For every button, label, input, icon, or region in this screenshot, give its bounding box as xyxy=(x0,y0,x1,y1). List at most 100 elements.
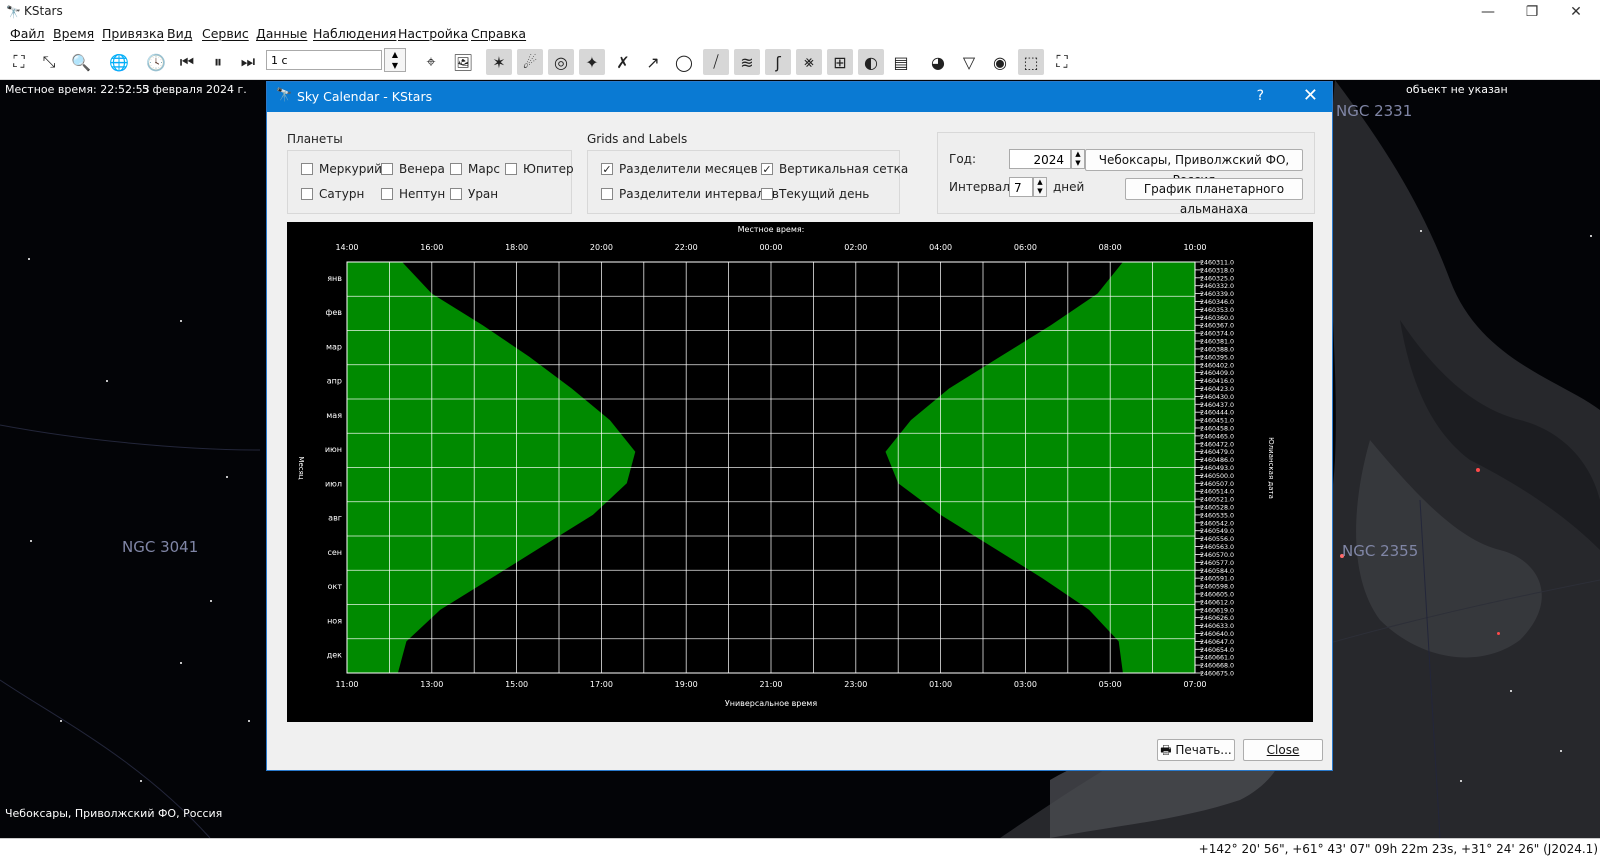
julian-date-label: 2460507.0 xyxy=(1200,481,1234,488)
constellation-bounds-icon[interactable]: ʃ xyxy=(765,49,791,75)
minimize-button[interactable]: — xyxy=(1466,2,1510,22)
location-button[interactable]: Чебоксары, Приволжский ФО, Россия xyxy=(1085,149,1303,187)
telescope-icon[interactable]: ▽ xyxy=(956,49,982,75)
checkbox-box[interactable] xyxy=(450,163,462,175)
deep-sky-icon[interactable]: ☄ xyxy=(517,49,543,75)
comet-icon[interactable]: ◯ xyxy=(671,49,697,75)
planets-group-title: Планеты xyxy=(287,132,343,146)
fullscreen-icon[interactable]: ⛶ xyxy=(1049,49,1075,75)
checkbox-box[interactable]: ✓ xyxy=(761,163,773,175)
pointer-icon[interactable]: ⬚ xyxy=(1018,49,1044,75)
julian-date-label: 2460521.0 xyxy=(1200,497,1234,504)
constellation-names-icon[interactable]: ⨳ xyxy=(796,49,822,75)
image-icon[interactable]: 🖼 xyxy=(450,49,476,75)
checkbox-month-dividers[interactable]: ✓ Разделители месяцев xyxy=(601,162,758,176)
bottom-tick-label: 21:00 xyxy=(759,680,782,689)
time-step-spinner[interactable]: ▲ ▼ xyxy=(384,48,406,72)
year-input[interactable]: 2024 xyxy=(1009,149,1071,169)
checkbox-uranus[interactable]: Уран xyxy=(450,187,498,201)
checkbox-mercury[interactable]: Меркурий xyxy=(301,162,382,176)
bottom-tick-label: 13:00 xyxy=(420,680,443,689)
checkbox-box[interactable] xyxy=(450,188,462,200)
step-forward-icon[interactable]: ⏭ xyxy=(235,49,261,75)
julian-date-label: 2460542.0 xyxy=(1200,520,1234,527)
close-button[interactable]: Close xyxy=(1243,739,1323,761)
checkbox-jupiter[interactable]: Юпитер xyxy=(505,162,574,176)
julian-date-label: 2460668.0 xyxy=(1200,663,1234,670)
ngc-2331-label[interactable]: NGC 2331 xyxy=(1336,102,1412,120)
equatorial-grid-icon[interactable]: ⊞ xyxy=(827,49,853,75)
checkbox-box[interactable] xyxy=(381,163,393,175)
pause-icon[interactable]: ⏸ xyxy=(205,49,231,75)
globe-icon[interactable]: 🌐 xyxy=(106,49,132,75)
checkbox-label: Меркурий xyxy=(319,162,382,176)
month-label: окт xyxy=(328,582,343,591)
top-axis-title: Местное время: xyxy=(738,225,805,234)
interval-input[interactable]: 7 xyxy=(1009,177,1033,197)
julian-date-label: 2460451.0 xyxy=(1200,418,1234,425)
zoom-fit-icon[interactable]: ⛶ xyxy=(6,49,32,75)
zoom-default-icon[interactable]: ⤡ xyxy=(36,49,62,75)
asteroid-icon[interactable]: ↗ xyxy=(640,49,666,75)
checkbox-box[interactable] xyxy=(381,188,393,200)
interval-spinner[interactable]: ▲ ▼ xyxy=(1033,177,1047,197)
chart-svg: 14:00 16:00 18:00 20:00 22:00 00:00 02:00 04:00… xyxy=(297,225,1275,708)
supernova-icon[interactable]: ✗ xyxy=(610,49,636,75)
menu-observation[interactable]: Наблюдения xyxy=(313,26,396,41)
almanac-chart-button[interactable]: График планетарного альманаха xyxy=(1125,178,1303,216)
checkbox-box[interactable] xyxy=(761,188,773,200)
julian-date-label: 2460584.0 xyxy=(1200,568,1234,575)
ngc-3041-label[interactable]: NGC 3041 xyxy=(122,538,198,556)
checkbox-interval-dividers[interactable]: Разделители интервалов xyxy=(601,187,779,201)
print-button[interactable]: 🖶 Печать... xyxy=(1157,739,1235,761)
close-window-button[interactable]: ✕ xyxy=(1554,2,1598,22)
search-icon[interactable]: 🔍 xyxy=(68,49,94,75)
checkbox-box[interactable] xyxy=(505,163,517,175)
julian-date-label: 2460332.0 xyxy=(1200,283,1234,290)
solar-system-icon[interactable]: ◎ xyxy=(548,49,574,75)
top-tick-label: 02:00 xyxy=(844,243,867,252)
checkbox-box[interactable] xyxy=(601,188,613,200)
top-tick-label: 18:00 xyxy=(505,243,528,252)
constellation-art-icon[interactable]: ≋ xyxy=(734,49,760,75)
dialog-title: Sky Calendar - KStars xyxy=(297,89,433,104)
stars-icon[interactable]: ✶ xyxy=(486,49,512,75)
julian-date-label: 2460570.0 xyxy=(1200,552,1234,559)
horizon-icon[interactable]: ◐ xyxy=(858,49,884,75)
help-button[interactable]: ? xyxy=(1257,88,1264,104)
checkbox-box[interactable] xyxy=(301,163,313,175)
eye-icon[interactable]: ◉ xyxy=(987,49,1013,75)
checkbox-mars[interactable]: Марс xyxy=(450,162,500,176)
top-tick-label: 10:00 xyxy=(1183,243,1206,252)
satellites-icon[interactable]: ✦ xyxy=(579,49,605,75)
menu-data[interactable]: Данные xyxy=(256,26,307,41)
constellation-lines-icon[interactable]: ⧸ xyxy=(703,49,729,75)
year-spinner[interactable]: ▲ ▼ xyxy=(1071,149,1085,169)
hips-icon[interactable]: ▤ xyxy=(888,49,914,75)
checkbox-label: Нептун xyxy=(399,187,446,201)
dialog-close-icon[interactable]: ✕ xyxy=(1303,85,1318,106)
julian-date-label: 2460409.0 xyxy=(1200,370,1234,377)
checkbox-box[interactable] xyxy=(301,188,313,200)
menu-time[interactable]: Время xyxy=(53,26,94,41)
checkbox-box[interactable]: ✓ xyxy=(601,163,613,175)
checkbox-venus[interactable]: Венера xyxy=(381,162,445,176)
clock-icon[interactable]: 🕓 xyxy=(143,49,169,75)
menu-settings[interactable]: Настройка xyxy=(398,26,468,41)
fov-icon[interactable]: ◕ xyxy=(925,49,951,75)
menu-pointing[interactable]: Привязка xyxy=(102,26,164,41)
restore-button[interactable]: ❐ xyxy=(1510,2,1554,22)
crosshair-icon[interactable]: ⌖ xyxy=(418,49,444,75)
checkbox-vertical-grid[interactable]: ✓ Вертикальная сетка xyxy=(761,162,908,176)
menu-tools[interactable]: Сервис xyxy=(202,26,249,41)
time-step-input[interactable]: 1 c xyxy=(266,50,382,70)
step-backward-icon[interactable]: ⏮ xyxy=(174,49,200,75)
ngc-2355-label[interactable]: NGC 2355 xyxy=(1342,542,1418,560)
checkbox-neptune[interactable]: Нептун xyxy=(381,187,445,201)
checkbox-saturn[interactable]: Сатурн xyxy=(301,187,364,201)
menu-file[interactable]: Файл xyxy=(10,26,45,41)
menu-view[interactable]: Вид xyxy=(167,26,192,41)
menu-help[interactable]: Справка xyxy=(471,26,526,41)
window-title: KStars xyxy=(24,4,63,18)
checkbox-current-day[interactable]: Текущий день xyxy=(761,187,869,201)
